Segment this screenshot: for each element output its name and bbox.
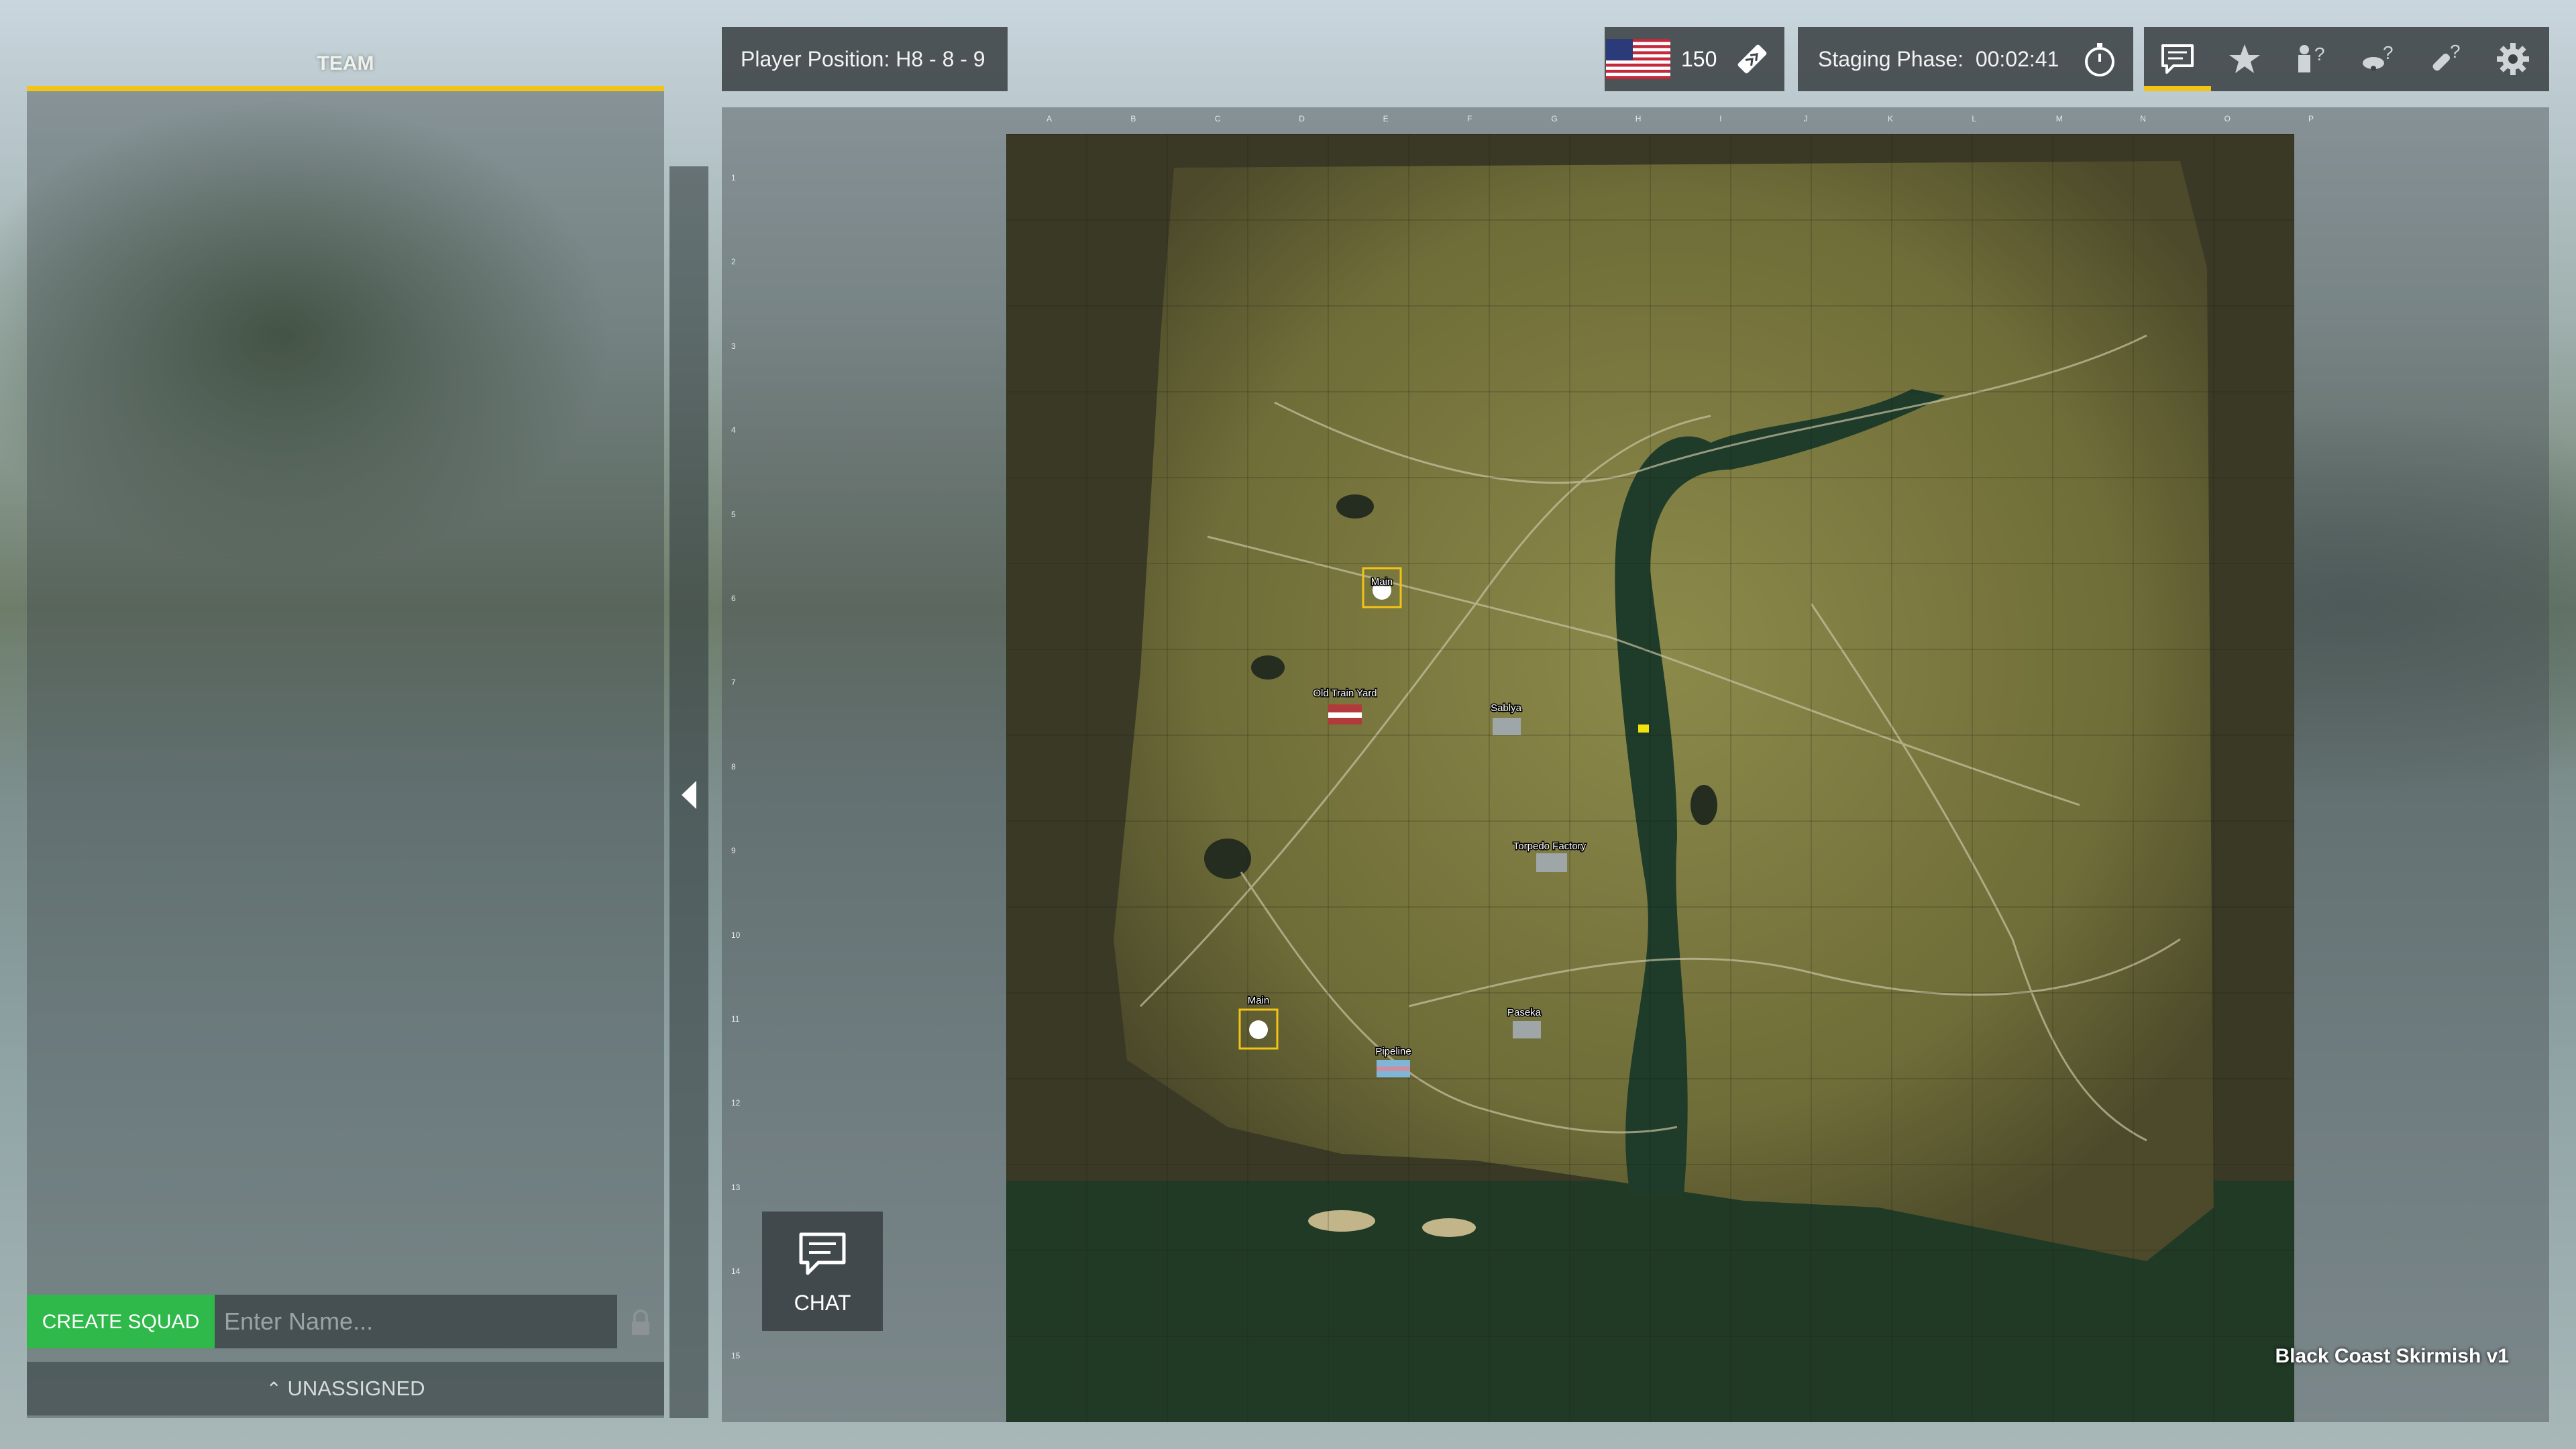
staging-phase-time: 00:02:41: [1975, 47, 2059, 71]
map-column-label: D: [1299, 114, 1305, 123]
chat-button-label: CHAT: [794, 1291, 851, 1315]
map-column-label: E: [1383, 114, 1389, 123]
tactical-map[interactable]: Main Old Train Yard Sablya Torpedo Facto…: [1006, 134, 2294, 1422]
map-row-label: 11: [731, 1014, 740, 1024]
map-row-label: 9: [731, 846, 736, 856]
chat-bubble-icon: [799, 1232, 846, 1275]
map-lake: [1336, 494, 1374, 519]
staging-phase-label: Staging Phase:: [1818, 47, 1964, 71]
map-column-labels: A B C D E F G H I J K L M N O P: [1006, 111, 2314, 127]
svg-text:?: ?: [2314, 44, 2325, 64]
collapse-left-icon[interactable]: [678, 778, 700, 812]
map-column-label: H: [1635, 114, 1642, 123]
map-row-label: 14: [731, 1267, 741, 1277]
lock-icon[interactable]: [624, 1307, 657, 1340]
team-tab[interactable]: TEAM: [27, 40, 664, 87]
svg-text:?: ?: [2450, 41, 2461, 62]
map-lake: [1690, 785, 1717, 825]
location-label: Main: [1248, 995, 1270, 1006]
map-column-label: B: [1130, 114, 1136, 123]
squad-help-menu-button[interactable]: ?: [2278, 27, 2345, 91]
squad-name-input[interactable]: [215, 1295, 617, 1348]
map-column-label: F: [1467, 114, 1472, 123]
map-row-label: 6: [731, 594, 736, 603]
ticket-icon: [1737, 44, 1767, 74]
map-name-label: Black Coast Skirmish v1: [2275, 1345, 2509, 1367]
pipeline-marker: Pipeline: [1375, 1045, 1412, 1077]
map-column-label: M: [2055, 114, 2063, 123]
location-label: Pipeline: [1375, 1046, 1411, 1057]
map-terrain: Main Old Train Yard Sablya Torpedo Facto…: [1006, 134, 2294, 1422]
map-column-label: A: [1046, 114, 1053, 123]
settings-menu-button[interactable]: [2479, 27, 2546, 91]
menu-icon-bar: ? ? ?: [2144, 27, 2549, 91]
active-tab-indicator: [2144, 86, 2211, 91]
unassigned-section-toggle[interactable]: ⌃ UNASSIGNED: [27, 1362, 664, 1415]
map-column-label: O: [2224, 114, 2231, 123]
map-row-labels: 1 2 3 4 5 6 7 8 9 10 11 12 13 14 15: [729, 134, 746, 1409]
map-column-label: P: [2308, 114, 2314, 123]
map-column-label: L: [1972, 114, 1977, 123]
player-position-readout: Player Position: H8 - 8 - 9: [722, 27, 1008, 91]
svg-text:?: ?: [2383, 42, 2394, 63]
stopwatch-icon: [2085, 43, 2114, 76]
map-row-label: 2: [731, 257, 736, 267]
chat-button[interactable]: CHAT: [762, 1212, 883, 1331]
location-label: Old Train Yard: [1313, 688, 1377, 699]
map-island: [1308, 1210, 1375, 1232]
map-column-label: I: [1719, 114, 1722, 123]
us-flag-icon: [1606, 39, 1670, 79]
map-column-label: C: [1214, 114, 1221, 123]
chevron-up-icon: ⌃: [266, 1379, 282, 1399]
map-lake: [1251, 655, 1285, 680]
ticket-count: 150: [1681, 47, 1717, 71]
map-row-label: 15: [731, 1350, 741, 1360]
star-icon: [2229, 44, 2260, 73]
map-row-label: 5: [731, 509, 736, 519]
squad-help-icon: ?: [2298, 44, 2325, 72]
map-row-label: 3: [731, 341, 736, 351]
location-label: Sablya: [1491, 702, 1522, 714]
map-row-label: 7: [731, 678, 736, 688]
team-tab-underline: [27, 86, 664, 91]
chat-icon: [2161, 44, 2194, 74]
map-column-label: N: [2140, 114, 2146, 123]
vehicle-help-icon: ?: [2363, 42, 2394, 71]
create-squad-button[interactable]: CREATE SQUAD: [27, 1295, 215, 1348]
rocket-help-menu-button[interactable]: ?: [2412, 27, 2479, 91]
map-row-label: 12: [731, 1098, 741, 1108]
chat-menu-button[interactable]: [2144, 27, 2211, 91]
map-row-label: 1: [731, 173, 736, 182]
location-label: Paseka: [1507, 1007, 1542, 1018]
sablya-marker: Sablya: [1490, 702, 1523, 735]
location-label: Main: [1371, 576, 1393, 588]
vehicle-help-menu-button[interactable]: ?: [2345, 27, 2412, 91]
map-lake: [1204, 839, 1251, 879]
favorites-menu-button[interactable]: [2211, 27, 2278, 91]
unassigned-label: UNASSIGNED: [287, 1377, 425, 1400]
map-column-label: J: [1803, 114, 1808, 123]
map-island: [1422, 1218, 1476, 1237]
rocket-help-icon: ?: [2432, 41, 2461, 71]
map-row-label: 8: [731, 761, 736, 771]
gear-icon: [2497, 43, 2529, 75]
team-panel: [27, 91, 664, 1418]
map-row-label: 10: [731, 930, 741, 940]
player-position-marker: [1638, 724, 1649, 733]
map-column-label: K: [1888, 114, 1894, 123]
location-label: Torpedo Factory: [1513, 841, 1587, 852]
map-column-label: G: [1551, 114, 1558, 123]
map-row-label: 13: [731, 1182, 741, 1192]
map-row-label: 4: [731, 425, 736, 435]
